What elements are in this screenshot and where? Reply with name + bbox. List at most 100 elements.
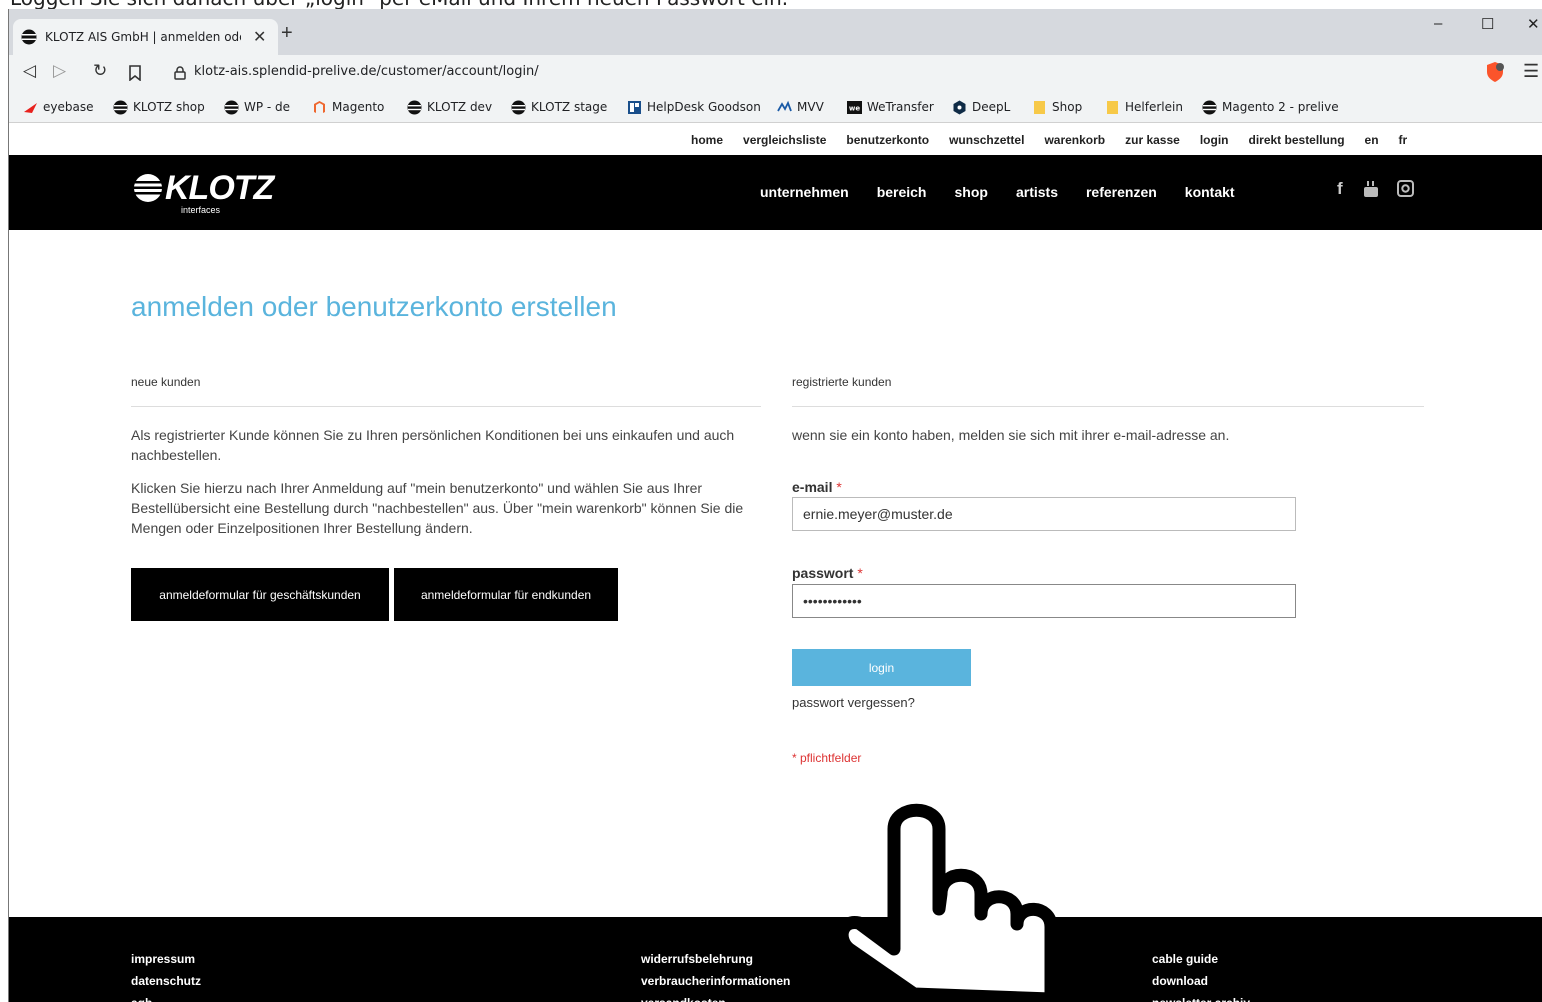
password-field[interactable] [792, 584, 1296, 618]
footer-column-resources: cable guide download newsletter archiv [1152, 948, 1250, 1002]
klotz-icon [1202, 100, 1217, 114]
tab-strip: KLOTZ AIS GmbH | anmelden oder ✕ + – ☐ ✕ [9, 9, 1542, 55]
bookmark-klotz-dev[interactable]: KLOTZ dev [407, 97, 492, 117]
divider [792, 406, 1424, 407]
required-mark: * [857, 565, 863, 581]
close-tab-icon[interactable]: ✕ [253, 27, 266, 47]
bookmarks-bar: eyebase KLOTZ shop WP - de Magento KLOTZ… [9, 91, 1542, 123]
main-navigation: unternehmen bereich shop artists referen… [760, 184, 1263, 200]
footer-link-widerruf[interactable]: widerrufsbelehrung [641, 948, 790, 970]
new-tab-icon[interactable]: + [281, 23, 293, 43]
divider [131, 406, 761, 407]
caption-text: Loggen Sie sich danach über „login“ per … [10, 0, 788, 9]
footer-link-newsletter[interactable]: newsletter archiv [1152, 992, 1250, 1002]
footer-link-agb[interactable]: agb [131, 992, 201, 1002]
bookmark-eyebase[interactable]: eyebase [23, 97, 93, 117]
bookmark-helpdesk[interactable]: HelpDesk Goodson [627, 97, 761, 117]
klotz-icon [407, 100, 422, 114]
top-link-account[interactable]: benutzerkonto [846, 133, 929, 147]
back-icon[interactable]: ◁ [23, 61, 36, 81]
nav-artists[interactable]: artists [1016, 184, 1058, 200]
top-link-cart[interactable]: warenkorb [1044, 133, 1105, 147]
browser-tab[interactable]: KLOTZ AIS GmbH | anmelden oder ✕ [13, 19, 278, 55]
nav-shop[interactable]: shop [955, 184, 988, 200]
business-signup-button[interactable]: anmeldeformular für geschäftskunden [131, 568, 389, 621]
email-label: e-mail * [792, 479, 842, 495]
facebook-icon[interactable]: f [1337, 179, 1343, 199]
footer-link-impressum[interactable]: impressum [131, 948, 201, 970]
folder-icon [1034, 100, 1045, 114]
youtube-icon[interactable] [1363, 180, 1379, 198]
top-links: home vergleichsliste benutzerkonto wunsc… [691, 133, 1427, 147]
login-button[interactable]: login [792, 649, 971, 686]
bookmark-klotz-stage[interactable]: KLOTZ stage [511, 97, 607, 117]
logo-tagline: interfaces [181, 205, 221, 215]
bookmark-folder-helferlein[interactable]: Helferlein [1105, 97, 1183, 117]
email-field[interactable] [792, 497, 1296, 531]
instagram-icon[interactable] [1397, 180, 1414, 197]
page-title: anmelden oder benutzerkonto erstellen [131, 291, 617, 322]
brave-shield-icon[interactable] [1484, 61, 1506, 83]
menu-icon[interactable]: ☰ [1523, 61, 1539, 82]
footer-link-datenschutz[interactable]: datenschutz [131, 970, 201, 992]
footer-link-versandkosten[interactable]: versandkosten [641, 992, 790, 1002]
magento-icon [314, 100, 325, 113]
footer-link-verbraucherinformationen[interactable]: verbraucherinformationen [641, 970, 790, 992]
reload-icon[interactable]: ↻ [93, 61, 107, 81]
lock-icon[interactable] [174, 66, 186, 80]
footer-link-download[interactable]: download [1152, 970, 1250, 992]
tab-title: KLOTZ AIS GmbH | anmelden oder [45, 30, 241, 44]
close-window-icon[interactable]: ✕ [1527, 15, 1540, 33]
top-link-wishlist[interactable]: wunschzettel [949, 133, 1024, 147]
bookmark-wetransfer[interactable]: we WeTransfer [847, 97, 934, 117]
klotz-icon [224, 100, 239, 114]
top-link-home[interactable]: home [691, 133, 723, 147]
minimize-icon[interactable]: – [1434, 15, 1442, 32]
bookmark-mvv[interactable]: MVV [777, 97, 824, 117]
site-footer: impressum datenschutz agb widerrufsbeleh… [9, 917, 1542, 1002]
bookmark-wp-de[interactable]: WP - de [224, 97, 290, 117]
address-toolbar: ◁ ▷ ↻ klotz-ais.splendid-prelive.de/cust… [9, 55, 1542, 91]
helpdesk-icon [628, 100, 641, 114]
lang-fr[interactable]: fr [1399, 133, 1408, 147]
footer-link-cable-guide[interactable]: cable guide [1152, 948, 1250, 970]
lang-en[interactable]: en [1365, 133, 1379, 147]
nav-bereich[interactable]: bereich [877, 184, 927, 200]
top-link-direct-order[interactable]: direkt bestellung [1249, 133, 1345, 147]
maximize-icon[interactable]: ☐ [1481, 15, 1494, 33]
top-link-checkout[interactable]: zur kasse [1125, 133, 1180, 147]
forward-icon[interactable]: ▷ [53, 61, 66, 81]
top-link-compare[interactable]: vergleichsliste [743, 133, 826, 147]
address-bar-url[interactable]: klotz-ais.splendid-prelive.de/customer/a… [194, 64, 539, 79]
nav-kontakt[interactable]: kontakt [1185, 184, 1235, 200]
bookmark-magento-2-prelive[interactable]: Magento 2 - prelive [1202, 97, 1339, 117]
new-customers-text-1: Als registrierter Kunde können Sie zu Ih… [131, 427, 735, 463]
registered-intro: wenn sie ein konto haben, melden sie sic… [792, 427, 1230, 443]
bookmark-deepl[interactable]: DeepL [952, 97, 1010, 117]
klotz-favicon-icon [21, 29, 37, 45]
new-customers-heading: neue kunden [131, 375, 201, 389]
forgot-password-link[interactable]: passwort vergessen? [792, 695, 915, 710]
mvv-icon [777, 100, 792, 111]
top-link-login[interactable]: login [1200, 133, 1229, 147]
bookmark-icon[interactable] [129, 65, 141, 81]
password-label: passwort * [792, 565, 863, 581]
nav-referenzen[interactable]: referenzen [1086, 184, 1157, 200]
bookmark-klotz-shop[interactable]: KLOTZ shop [113, 97, 205, 117]
klotz-icon [113, 100, 128, 114]
bookmark-folder-shop[interactable]: Shop [1032, 97, 1082, 117]
footer-column-info: widerrufsbelehrung verbraucherinformatio… [641, 948, 790, 1002]
required-fields-note: * pflichtfelder [792, 751, 862, 765]
deepl-icon [953, 100, 966, 114]
pointing-hand-cursor-icon [835, 803, 1058, 1002]
endcustomer-signup-button[interactable]: anmeldeformular für endkunden [394, 568, 618, 621]
eyebase-icon [24, 102, 37, 113]
browser-window: KLOTZ AIS GmbH | anmelden oder ✕ + – ☐ ✕… [8, 9, 1542, 1002]
klotz-icon [511, 100, 526, 114]
bookmark-magento[interactable]: Magento [312, 97, 384, 117]
wetransfer-icon: we [847, 100, 862, 114]
nav-unternehmen[interactable]: unternehmen [760, 184, 849, 200]
new-customers-text-2: Klicken Sie hierzu nach Ihrer Anmeldung … [131, 480, 744, 536]
registered-customers-heading: registrierte kunden [792, 375, 892, 389]
svg-text:we: we [849, 104, 860, 112]
